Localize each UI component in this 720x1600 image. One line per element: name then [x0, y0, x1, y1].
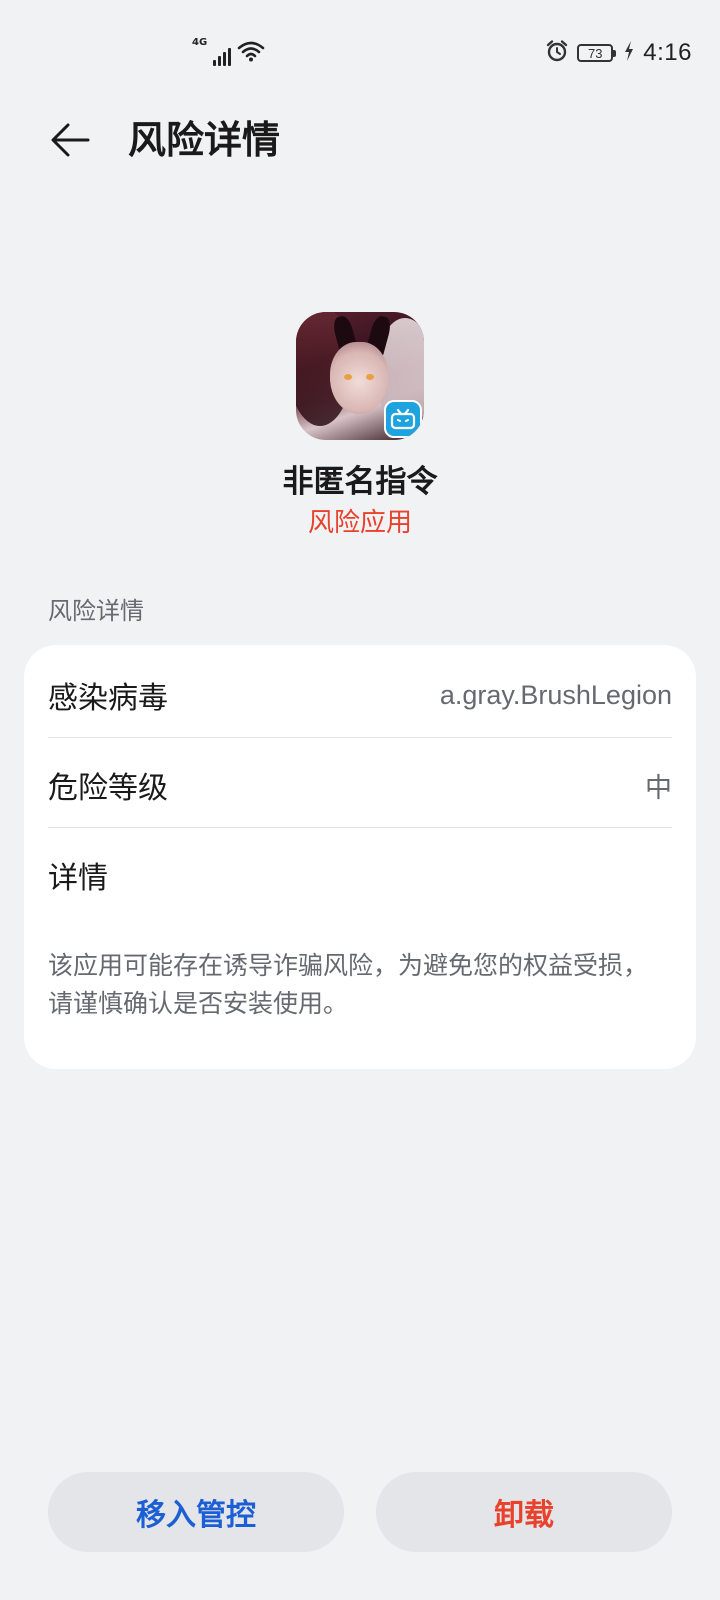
detail-heading-row: 详情 — [48, 830, 672, 920]
risk-level-label: 危险等级 — [48, 771, 168, 806]
status-bar-left: 4G — [192, 38, 265, 66]
bottom-actions: 移入管控 卸载 — [0, 1472, 720, 1552]
app-risk-status: 风险应用 — [307, 508, 412, 538]
back-button[interactable] — [42, 114, 98, 170]
virus-row[interactable]: 感染病毒 a.gray.BrushLegion — [48, 650, 672, 740]
divider — [48, 827, 672, 828]
app-info: 非匿名指令 风险应用 — [0, 312, 720, 540]
status-bar: 4G 73 4:16 — [0, 0, 720, 100]
wifi-icon — [237, 40, 265, 66]
virus-label: 感染病毒 — [48, 681, 168, 716]
move-to-control-button[interactable]: 移入管控 — [48, 1472, 344, 1552]
risk-level-value: 中 — [645, 772, 672, 804]
battery-indicator: 73 — [577, 44, 617, 62]
status-bar-right: 73 4:16 — [545, 38, 692, 68]
network-type-label: 4G — [192, 37, 208, 48]
alarm-clock-icon — [545, 39, 569, 67]
charging-bolt-icon — [623, 40, 635, 66]
arrow-left-icon — [48, 120, 92, 164]
detail-description: 该应用可能存在诱导诈骗风险，为避免您的权益受损，请谨慎确认是否安装使用。 — [48, 951, 649, 1018]
app-icon — [296, 312, 424, 440]
divider — [48, 737, 672, 738]
section-label: 风险详情 — [48, 597, 144, 625]
page-title: 风险详情 — [128, 118, 281, 162]
app-name: 非匿名指令 — [282, 464, 438, 500]
virus-value: a.gray.BrushLegion — [439, 679, 672, 710]
risk-level-row[interactable]: 危险等级 中 — [48, 740, 672, 830]
bilibili-tv-icon — [384, 400, 422, 438]
detail-heading: 详情 — [48, 861, 108, 896]
header: 风险详情 — [0, 100, 720, 180]
cellular-signal-icon — [213, 46, 232, 66]
risk-details-card: 感染病毒 a.gray.BrushLegion 危险等级 中 详情 该应用可能存… — [24, 645, 696, 1069]
status-time: 4:16 — [643, 39, 692, 66]
uninstall-button[interactable]: 卸载 — [376, 1472, 672, 1552]
